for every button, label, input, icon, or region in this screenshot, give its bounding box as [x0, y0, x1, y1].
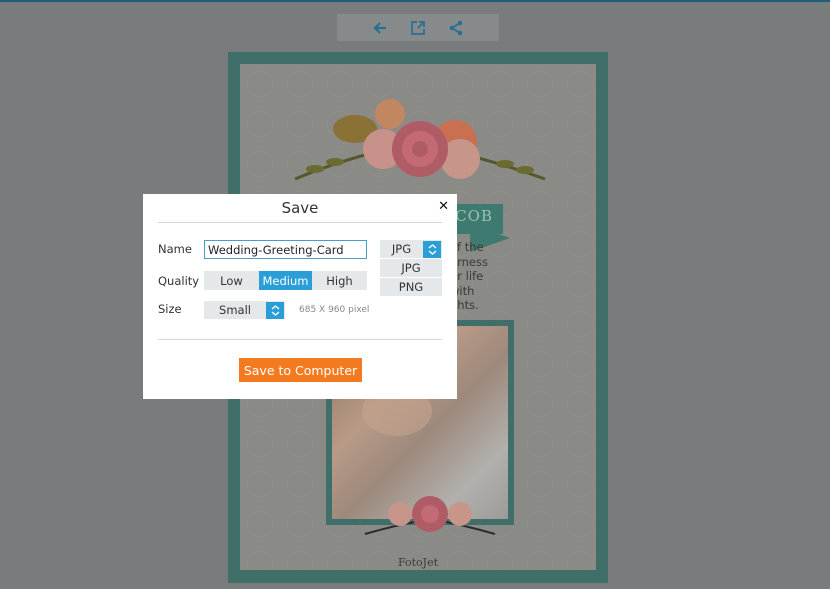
quality-low-button[interactable]: Low: [204, 271, 259, 290]
format-option-jpg[interactable]: JPG: [380, 258, 442, 277]
divider: [158, 222, 442, 223]
format-option-png[interactable]: PNG: [380, 277, 442, 296]
divider: [158, 339, 442, 340]
share-button[interactable]: [446, 18, 466, 38]
ribbon-text: COB: [455, 207, 493, 225]
share-icon: [449, 20, 463, 35]
arrow-left-icon: [373, 21, 386, 34]
floral-decoration-top: [294, 99, 546, 181]
back-button[interactable]: [370, 18, 390, 38]
quality-medium-button[interactable]: Medium: [259, 271, 312, 290]
size-label: Size: [158, 302, 182, 316]
close-icon[interactable]: ✕: [438, 199, 449, 214]
open-button[interactable]: [408, 18, 428, 38]
size-value: Small: [219, 303, 251, 317]
brand-watermark: FotoJet: [397, 556, 439, 569]
format-select[interactable]: JPG: [380, 240, 442, 258]
size-dropdown[interactable]: Small: [204, 301, 285, 319]
format-value: JPG: [391, 242, 412, 256]
filename-input[interactable]: [204, 240, 367, 259]
format-dropdown: JPG JPG PNG: [380, 240, 442, 296]
select-arrows-icon: [266, 301, 284, 319]
top-accent-line: [0, 0, 830, 2]
preview-toolbar: [337, 14, 499, 41]
select-arrows-icon: [423, 240, 441, 258]
quality-selector: Low Medium High: [204, 271, 367, 290]
open-external-icon: [411, 20, 425, 35]
save-to-computer-button[interactable]: Save to Computer: [239, 358, 362, 382]
quality-high-button[interactable]: High: [312, 271, 367, 290]
dialog-title: Save: [281, 199, 319, 217]
floral-decoration-bottom: [364, 496, 496, 535]
name-label: Name: [158, 242, 192, 256]
save-dialog: Save ✕ Name Quality Low Medium High Size…: [143, 194, 457, 399]
quality-label: Quality: [158, 274, 200, 288]
size-dimensions: 685 X 960 pixel: [299, 305, 370, 315]
